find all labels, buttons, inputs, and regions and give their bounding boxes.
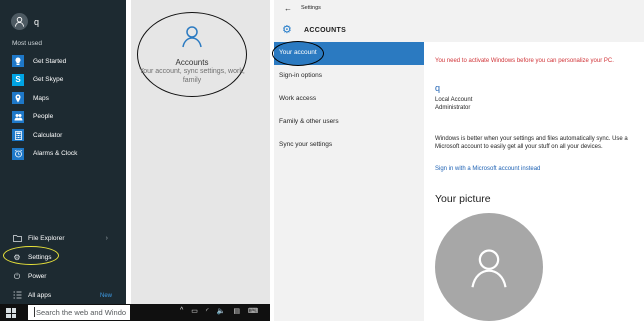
settings-home: Accounts Your account, sync settings, wo… [131, 0, 270, 304]
skype-icon: S [12, 73, 24, 86]
settings-highlight-ellipse [3, 246, 59, 265]
nav-sign-in-options[interactable]: Sign-in options [274, 65, 424, 88]
all-apps-label: All apps [28, 292, 52, 299]
taskbar: Search the web and Windo ^ ▭ ◜ 🔈 ▤ ⌨ [0, 304, 270, 321]
app-get-started[interactable]: Get Started [12, 52, 77, 71]
app-label: Maps [33, 94, 49, 102]
app-label: People [33, 113, 54, 121]
system-tray: ^ ▭ ◜ 🔈 ▤ ⌨ [180, 307, 258, 315]
taskbar-search-box[interactable]: Search the web and Windo [28, 305, 130, 320]
chevron-up-icon[interactable]: ^ [180, 307, 183, 315]
new-badge: New [99, 292, 112, 299]
account-type: Local Account [435, 97, 473, 103]
app-label: Calculator [33, 131, 63, 139]
list-icon [12, 291, 22, 301]
activation-warning: You need to activate Windows before you … [435, 58, 614, 64]
accounts-tile[interactable]: Accounts Your account, sync settings, wo… [139, 24, 245, 85]
alarm-clock-icon [12, 147, 24, 160]
nav-sync-settings[interactable]: Sync your settings [274, 134, 424, 157]
person-icon [139, 24, 245, 53]
power-label: Power [28, 273, 47, 280]
accounts-tile-title: Accounts [175, 58, 209, 67]
power-item[interactable]: ⏻ Power [12, 267, 118, 286]
accounts-window: ← Settings ⚙ ACCOUNTS Your account Sign-… [272, 0, 644, 321]
text-cursor [34, 307, 35, 317]
window-title: Settings [301, 5, 321, 11]
power-icon: ⏻ [13, 271, 21, 281]
your-picture-heading: Your picture [435, 193, 491, 205]
chevron-right-icon[interactable]: › [106, 235, 108, 242]
file-explorer-label: File Explorer [28, 235, 65, 242]
start-user[interactable]: q [11, 13, 39, 30]
volume-icon[interactable]: 🔈 [217, 307, 226, 315]
most-used-list: Get Started S Get Skype Maps People Calc… [12, 52, 77, 163]
accounts-tile-subtitle: Your account, sync settings, work, famil… [139, 68, 245, 84]
action-center-icon[interactable]: ▤ [233, 307, 240, 315]
keyboard-icon[interactable]: ⌨ [248, 307, 258, 315]
wifi-icon[interactable]: ◜ [206, 307, 209, 315]
gear-icon: ⚙ [282, 24, 292, 36]
people-icon [12, 110, 24, 123]
person-icon [471, 249, 507, 288]
folder-icon [12, 234, 22, 244]
app-label: Alarms & Clock [33, 150, 78, 158]
app-alarms-clock[interactable]: Alarms & Clock [12, 145, 77, 164]
nav-family-other-users[interactable]: Family & other users [274, 111, 424, 134]
app-label: Get Skype [33, 76, 64, 84]
start-bottom-list: File Explorer › ⚙ Settings ⏻ Power All a… [12, 229, 118, 305]
start-menu: q Most used Get Started S Get Skype Maps… [0, 0, 126, 321]
app-label: Get Started [33, 57, 67, 65]
profile-picture[interactable] [435, 213, 543, 321]
start-user-name: q [34, 16, 40, 27]
page-title: ACCOUNTS [304, 27, 347, 34]
battery-icon[interactable]: ▭ [191, 307, 198, 315]
search-placeholder: Search the web and Windo [36, 308, 127, 317]
sync-description: Windows is better when your settings and… [435, 136, 628, 151]
nav-work-access[interactable]: Work access [274, 88, 424, 111]
account-user-name: q [435, 83, 441, 93]
lightbulb-icon [12, 55, 24, 68]
app-maps[interactable]: Maps [12, 89, 77, 108]
app-get-skype[interactable]: S Get Skype [12, 71, 77, 90]
windows-start-icon[interactable] [6, 308, 16, 318]
most-used-heading: Most used [12, 40, 42, 47]
app-calculator[interactable]: Calculator [12, 126, 77, 145]
all-apps-item[interactable]: All apps New [12, 286, 118, 305]
account-info: Local Account Administrator [435, 96, 472, 112]
app-people[interactable]: People [12, 108, 77, 127]
back-arrow-icon[interactable]: ← [284, 4, 292, 13]
your-account-highlight-ellipse [272, 41, 324, 66]
account-role: Administrator [435, 105, 471, 111]
maps-icon [12, 92, 24, 105]
accounts-nav: Your account Sign-in options Work access… [272, 41, 424, 321]
user-avatar-icon [11, 13, 28, 30]
microsoft-account-link[interactable]: Sign in with a Microsoft account instead [435, 166, 540, 172]
calculator-icon [12, 129, 24, 142]
accounts-header-bar: ← Settings ⚙ ACCOUNTS [274, 0, 644, 42]
